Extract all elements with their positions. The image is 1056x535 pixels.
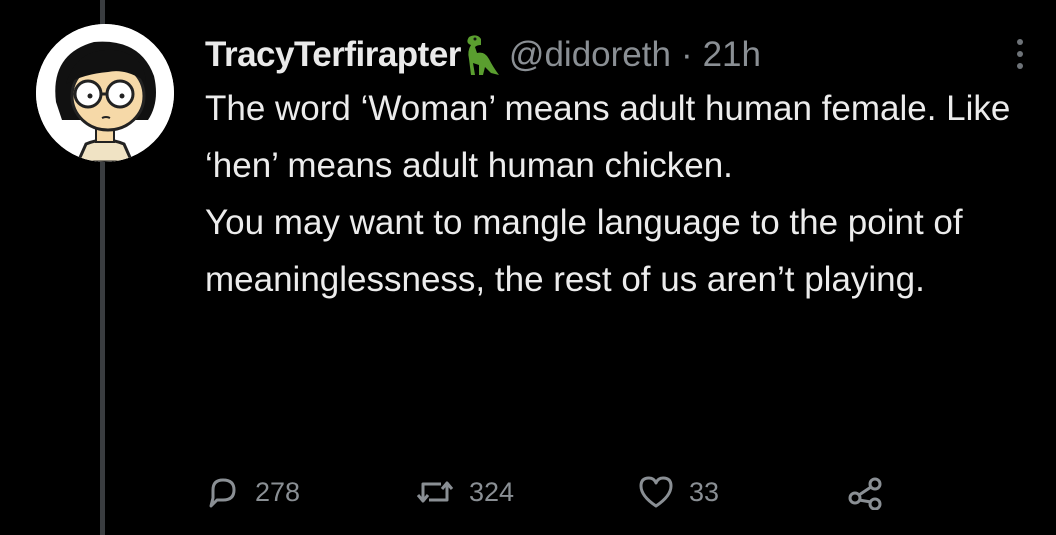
reply-count: 278	[255, 476, 301, 507]
tweet-paragraph: The word ‘Woman’ means adult human femal…	[205, 89, 1011, 185]
share-icon	[848, 477, 882, 510]
avatar-cartoon-icon	[36, 24, 174, 162]
user-handle[interactable]: @didoreth	[509, 35, 671, 75]
heart-icon	[639, 476, 673, 508]
retweet-count: 324	[469, 476, 515, 507]
like-button[interactable]: 33	[637, 474, 847, 510]
reply-button[interactable]: 278	[205, 474, 415, 510]
avatar[interactable]	[36, 24, 174, 162]
like-count: 33	[689, 476, 720, 507]
retweet-button[interactable]: 324	[415, 474, 637, 510]
tweet-header: TracyTerfirapter @didoreth · 21h	[205, 30, 1025, 80]
dinosaur-icon	[463, 33, 501, 77]
tweet-actions: 278 324 33	[205, 470, 897, 514]
tweet-body: TracyTerfirapter @didoreth · 21h The wor…	[205, 30, 1025, 308]
reply-icon	[209, 478, 236, 508]
timestamp[interactable]: 21h	[703, 35, 761, 75]
share-button[interactable]	[847, 474, 897, 510]
display-name[interactable]: TracyTerfirapter	[205, 35, 461, 75]
more-options-icon[interactable]	[1015, 36, 1025, 76]
retweet-icon	[416, 481, 454, 503]
tweet-paragraph: You may want to mangle language to the p…	[205, 203, 963, 299]
tweet-text: The word ‘Woman’ means adult human femal…	[205, 80, 1025, 308]
separator-dot: ·	[680, 35, 693, 74]
